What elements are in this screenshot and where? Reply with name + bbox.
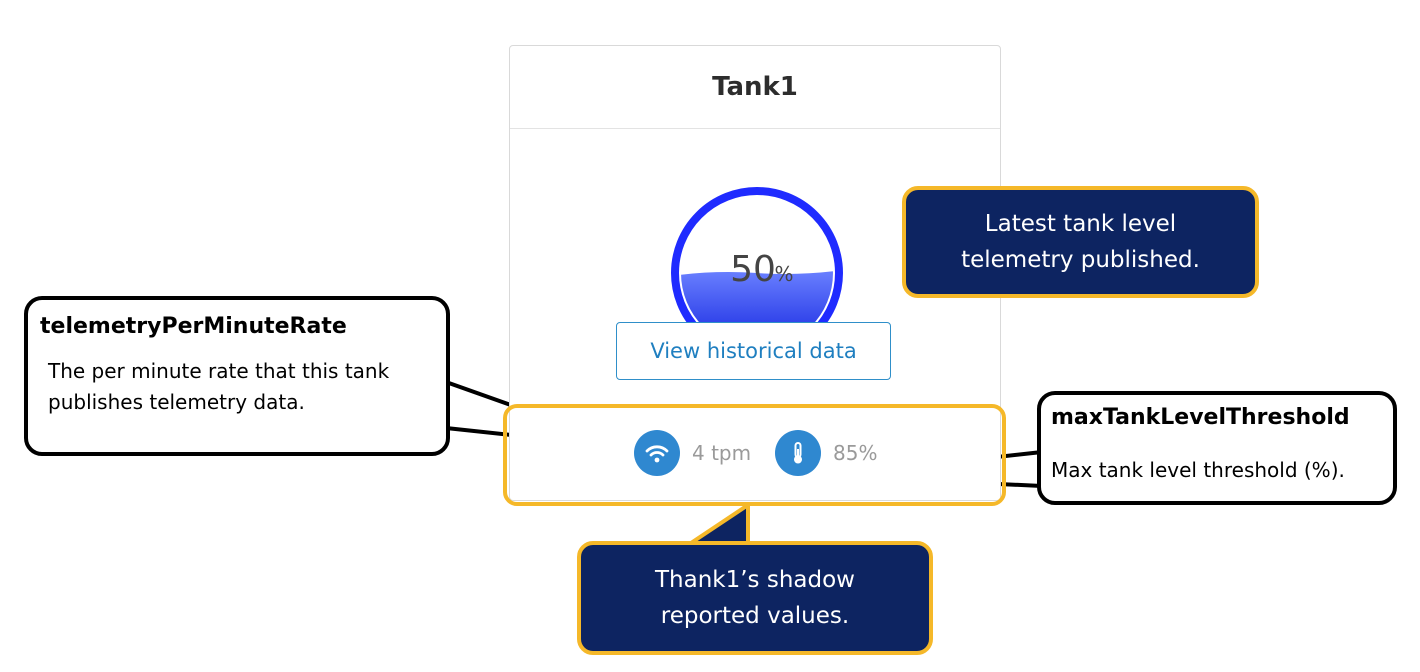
tank-level-callout: Latest tank level telemetry published. bbox=[902, 186, 1259, 298]
gauge-level-unit: % bbox=[774, 262, 793, 286]
telemetry-rate-callout: telemetryPerMinuteRate The per minute ra… bbox=[24, 296, 450, 456]
max-threshold-callout-heading: maxTankLevelThreshold bbox=[1051, 405, 1350, 430]
shadow-values-highlight bbox=[503, 404, 1006, 506]
shadow-callout-line1: Thank1’s shadow bbox=[655, 567, 855, 593]
telemetry-rate-callout-body: The per minute rate that this tank publi… bbox=[48, 359, 390, 414]
shadow-callout: Thank1’s shadow reported values. bbox=[577, 541, 933, 655]
telemetry-rate-callout-heading: telemetryPerMinuteRate bbox=[40, 314, 347, 339]
shadow-callout-pointer bbox=[686, 503, 750, 547]
tank-level-callout-line2: telemetry published. bbox=[961, 247, 1200, 273]
view-historical-data-button[interactable]: View historical data bbox=[616, 322, 891, 380]
tank-level-callout-line1: Latest tank level bbox=[984, 211, 1177, 237]
max-threshold-callout: maxTankLevelThreshold Max tank level thr… bbox=[1037, 391, 1397, 505]
screenshot-stage: Tank1 50 % View historical data 4 tpm 85… bbox=[0, 0, 1420, 672]
card-header: Tank1 bbox=[510, 46, 1000, 129]
max-threshold-callout-body: Max tank level threshold (%). bbox=[1051, 458, 1345, 482]
gauge-level-value: 50 bbox=[730, 249, 776, 290]
shadow-callout-line2: reported values. bbox=[660, 603, 850, 629]
card-title: Tank1 bbox=[712, 72, 798, 102]
